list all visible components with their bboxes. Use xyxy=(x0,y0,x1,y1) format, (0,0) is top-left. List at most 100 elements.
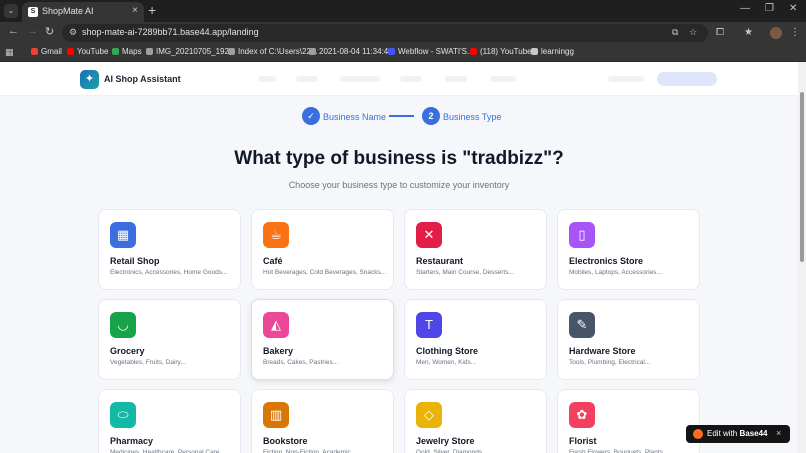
bookmark-youtube[interactable]: YouTube xyxy=(67,47,108,56)
close-badge-icon[interactable]: × xyxy=(776,428,781,438)
bookmark-webflow[interactable]: Webflow - SWATI'S... xyxy=(388,47,474,56)
reload-icon[interactable]: ↻ xyxy=(45,25,54,38)
maximize-icon[interactable]: ❐ xyxy=(765,3,774,14)
gmail-icon xyxy=(31,48,38,55)
nav-placeholder xyxy=(608,76,644,82)
favicon-icon: S xyxy=(28,7,38,17)
business-type-description: Mobiles, Laptops, Accessories... xyxy=(569,269,662,276)
business-type-title: Electronics Store xyxy=(569,256,644,266)
business-type-title: Bookstore xyxy=(263,436,308,446)
scrollbar-thumb[interactable] xyxy=(800,92,804,262)
tab-close-icon[interactable]: × xyxy=(132,5,138,16)
business-type-card[interactable]: ◭ Bakery Breads, Cakes, Pastries... xyxy=(251,299,394,380)
page-subtitle: Choose your business type to customize y… xyxy=(288,180,510,190)
business-type-card[interactable]: ▯ Electronics Store Mobiles, Laptops, Acce… xyxy=(557,209,700,290)
back-icon[interactable]: ← xyxy=(8,25,19,37)
apps-grid-icon[interactable]: ▦ xyxy=(5,47,14,58)
page-scrollbar[interactable] xyxy=(798,62,806,453)
sparkle-logo-icon: ✦ xyxy=(80,70,99,89)
nav-placeholder xyxy=(340,76,380,82)
gem-icon: ◇ xyxy=(416,402,442,428)
business-type-description: Fresh Flowers, Bouquets, Plants... xyxy=(569,449,669,453)
youtube-icon xyxy=(67,48,74,55)
shirt-icon: T xyxy=(416,312,442,338)
header-cta-placeholder xyxy=(657,72,717,86)
business-type-title: Bakery xyxy=(263,346,294,356)
new-tab-icon[interactable]: + xyxy=(148,2,156,18)
app-name: AI Shop Assistant xyxy=(104,74,181,84)
step2-number: 2 xyxy=(422,107,440,125)
business-type-card[interactable]: ⬭ Pharmacy Medicines, Healthcare, Personal… xyxy=(98,389,241,453)
business-type-description: Medicines, Healthcare, Personal Care... xyxy=(110,449,225,453)
business-type-card[interactable]: ☕ Café Hot Beverages, Cold Beverages, Snac… xyxy=(251,209,394,290)
tab-title: ShopMate AI xyxy=(42,6,94,16)
folder-icon xyxy=(531,48,538,55)
book-icon: ▥ xyxy=(263,402,289,428)
business-type-title: Florist xyxy=(569,436,597,446)
business-type-title: Clothing Store xyxy=(416,346,478,356)
step1-label: Business Name xyxy=(323,112,387,122)
business-type-description: Starters, Main Course, Desserts... xyxy=(416,269,514,276)
coffee-icon: ☕ xyxy=(263,222,289,248)
browser-tabstrip: ⌄ S ShopMate AI × + — ❐ ✕ xyxy=(0,0,806,22)
bookmarks-icon[interactable]: ★ xyxy=(744,27,753,38)
edit-badge-label: Edit with Base44 xyxy=(707,429,768,438)
bookmark-img[interactable]: IMG_20210705_192... xyxy=(146,47,236,56)
pill-icon: ⬭ xyxy=(110,402,136,428)
business-type-card[interactable]: ▦ Retail Shop Electronics, Accessories, Ho… xyxy=(98,209,241,290)
edit-with-base44-badge[interactable]: Edit with Base44 × xyxy=(686,425,790,443)
store-icon: ▦ xyxy=(110,222,136,248)
install-app-icon[interactable]: ⧉ xyxy=(672,27,678,38)
business-type-card[interactable]: ✕ Restaurant Starters, Main Course, Desser… xyxy=(404,209,547,290)
bookmark-gmail[interactable]: Gmail xyxy=(31,47,62,56)
business-type-card[interactable]: ▥ Bookstore Fiction, Non-Fiction, Academic… xyxy=(251,389,394,453)
utensils-icon: ✕ xyxy=(416,222,442,248)
url-text[interactable]: shop-mate-ai-7289bb71.base44.app/landing xyxy=(82,27,259,37)
bookmark-index[interactable]: Index of C:\Users\22... xyxy=(228,47,318,56)
extensions-icon[interactable]: ⧠ xyxy=(716,27,724,38)
business-type-title: Café xyxy=(263,256,283,266)
base44-logo-icon xyxy=(693,429,703,439)
business-type-card[interactable]: ✎ Hardware Store Tools, Plumbing, Electric… xyxy=(557,299,700,380)
bookmark-star-icon[interactable]: ☆ xyxy=(689,27,697,38)
minimize-icon[interactable]: — xyxy=(740,3,750,14)
cake-icon: ◭ xyxy=(263,312,289,338)
maps-icon xyxy=(112,48,119,55)
nav-placeholder xyxy=(490,76,516,82)
globe-icon xyxy=(309,48,316,55)
smartphone-icon: ▯ xyxy=(569,222,595,248)
page-title: What type of business is "tradbizz"? xyxy=(234,148,564,169)
address-bar[interactable]: ⚙ shop-mate-ai-7289bb71.base44.app/landi… xyxy=(62,24,708,42)
browser-tab[interactable]: S ShopMate AI × xyxy=(22,2,144,22)
globe-icon xyxy=(228,48,235,55)
business-type-card[interactable]: ◇ Jewelry Store Gold, Silver, Diamonds... xyxy=(404,389,547,453)
webflow-icon xyxy=(388,48,395,55)
profile-avatar[interactable] xyxy=(770,27,782,39)
business-type-description: Gold, Silver, Diamonds... xyxy=(416,449,488,453)
business-type-description: Breads, Cakes, Pastries... xyxy=(263,359,339,366)
bookmark-youtube-2[interactable]: (118) YouTube xyxy=(470,47,532,56)
close-window-icon[interactable]: ✕ xyxy=(789,3,797,14)
nav-placeholder xyxy=(258,76,276,82)
business-type-title: Retail Shop xyxy=(110,256,160,266)
business-type-card[interactable]: ◡ Grocery Vegetables, Fruits, Dairy... xyxy=(98,299,241,380)
menu-kebab-icon[interactable]: ⋮ xyxy=(790,27,800,38)
site-info-icon[interactable]: ⚙ xyxy=(69,27,77,38)
business-type-card[interactable]: ✿ Florist Fresh Flowers, Bouquets, Plants.… xyxy=(557,389,700,453)
business-type-description: Tools, Plumbing, Electrical... xyxy=(569,359,651,366)
stepper-connector xyxy=(389,115,414,117)
business-type-description: Electronics, Accessories, Home Goods... xyxy=(110,269,228,276)
bookmark-folder-learningg[interactable]: learningg xyxy=(531,47,574,56)
site-header: ✦ AI Shop Assistant xyxy=(0,62,798,96)
business-type-description: Vegetables, Fruits, Dairy... xyxy=(110,359,186,366)
bookmark-date[interactable]: 2021-08-04 11:34:4... xyxy=(309,47,395,56)
business-type-card[interactable]: T Clothing Store Men, Women, Kids... xyxy=(404,299,547,380)
bookmark-maps[interactable]: Maps xyxy=(112,47,142,56)
forward-icon[interactable]: → xyxy=(27,25,38,37)
nav-placeholder xyxy=(445,76,467,82)
step2-label: Business Type xyxy=(443,112,502,122)
tab-search-icon[interactable]: ⌄ xyxy=(4,4,18,18)
business-type-description: Men, Women, Kids... xyxy=(416,359,477,366)
youtube-icon xyxy=(470,48,477,55)
business-type-title: Pharmacy xyxy=(110,436,154,446)
